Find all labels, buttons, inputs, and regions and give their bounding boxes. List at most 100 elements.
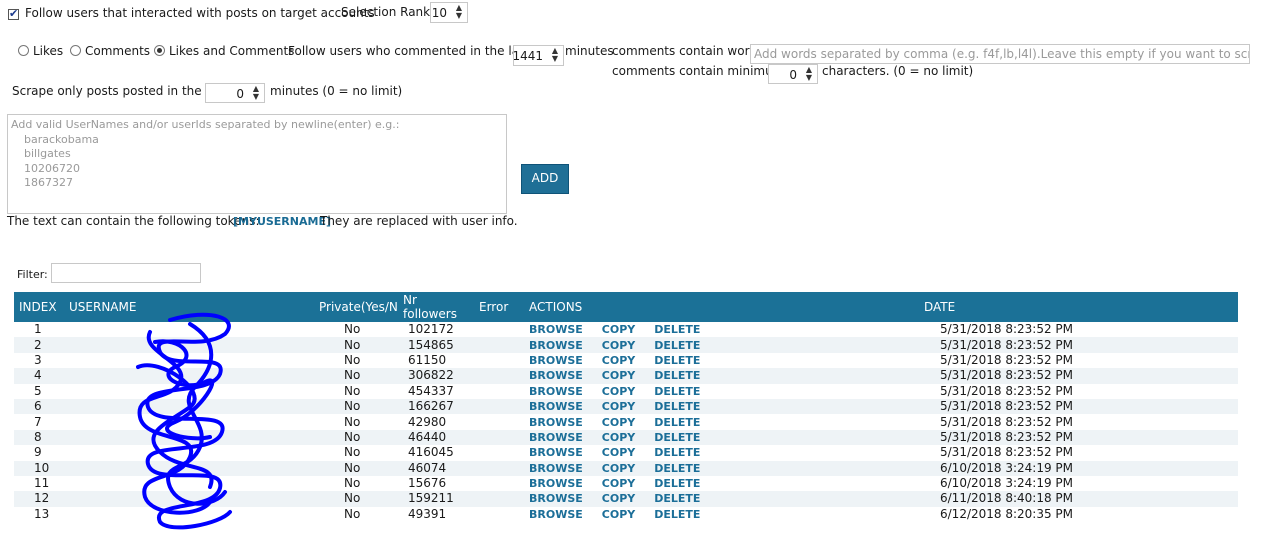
cell-error bbox=[474, 445, 524, 460]
copy-link[interactable]: COPY bbox=[602, 431, 635, 444]
browse-link[interactable]: BROWSE bbox=[529, 492, 583, 505]
usernames-placeholder-line: barackobama bbox=[24, 132, 99, 146]
cell-date: 6/10/2018 3:24:19 PM bbox=[940, 460, 1074, 475]
usernames-textarea[interactable]: Add valid UserNames and/or userIds separ… bbox=[7, 114, 507, 214]
copy-link[interactable]: COPY bbox=[602, 462, 635, 475]
copy-link[interactable]: COPY bbox=[602, 400, 635, 413]
radio-comments[interactable] bbox=[70, 45, 81, 56]
radio-likes-and-comments[interactable] bbox=[154, 45, 165, 56]
delete-link[interactable]: DELETE bbox=[654, 462, 700, 475]
copy-link[interactable]: COPY bbox=[602, 477, 635, 490]
browse-link[interactable]: BROWSE bbox=[529, 477, 583, 490]
cell-private: No bbox=[344, 491, 361, 506]
cell-error bbox=[474, 384, 524, 399]
radio-likes-label: Likes bbox=[33, 44, 64, 58]
selection-rank-label: Selection Rank bbox=[341, 5, 431, 19]
token-myusername[interactable]: [MYUSERNAME] bbox=[233, 215, 331, 228]
browse-link[interactable]: BROWSE bbox=[529, 431, 583, 444]
cell-actions: BROWSE COPY DELETE bbox=[524, 399, 919, 414]
copy-link[interactable]: COPY bbox=[602, 369, 635, 382]
delete-link[interactable]: DELETE bbox=[654, 385, 700, 398]
col-private[interactable]: Private(Yes/N bbox=[314, 292, 398, 322]
cell-date: 5/31/2018 8:23:52 PM bbox=[940, 414, 1074, 429]
cell-private: No bbox=[344, 445, 361, 460]
min-chars-value: 0 bbox=[789, 68, 797, 82]
comments-min-label: comments contain minimum bbox=[612, 64, 785, 78]
cell-private: No bbox=[344, 414, 361, 429]
delete-link[interactable]: DELETE bbox=[654, 323, 700, 336]
copy-link[interactable]: COPY bbox=[602, 416, 635, 429]
tokens-suffix: They are replaced with user info. bbox=[320, 214, 518, 228]
comment-words-input[interactable]: Add words separated by comma (e.g. f4f,l… bbox=[750, 44, 1250, 64]
cell-actions: BROWSE COPY DELETE bbox=[524, 507, 919, 522]
copy-link[interactable]: COPY bbox=[602, 339, 635, 352]
radio-likes-and-comments-label: Likes and Comments bbox=[169, 44, 295, 58]
browse-link[interactable]: BROWSE bbox=[529, 416, 583, 429]
browse-link[interactable]: BROWSE bbox=[529, 462, 583, 475]
filter-input[interactable] bbox=[51, 263, 201, 283]
col-date[interactable]: DATE bbox=[919, 292, 1238, 322]
cell-index: 2 bbox=[34, 337, 42, 352]
col-followers[interactable]: Nr followers bbox=[398, 292, 474, 322]
cell-date: 5/31/2018 8:23:52 PM bbox=[940, 368, 1074, 383]
cell-error bbox=[474, 476, 524, 491]
cell-followers: 61150 bbox=[408, 352, 447, 367]
spinner-arrows-icon[interactable]: ▲ ▼ bbox=[804, 66, 814, 82]
copy-link[interactable]: COPY bbox=[602, 385, 635, 398]
comment-minutes-stepper[interactable]: 1441 ▲ ▼ bbox=[512, 45, 564, 66]
copy-link[interactable]: COPY bbox=[602, 323, 635, 336]
browse-link[interactable]: BROWSE bbox=[529, 339, 583, 352]
browse-link[interactable]: BROWSE bbox=[529, 508, 583, 521]
delete-link[interactable]: DELETE bbox=[654, 354, 700, 367]
cell-index: 4 bbox=[34, 368, 42, 383]
radio-comments-label: Comments bbox=[85, 44, 151, 58]
delete-link[interactable]: DELETE bbox=[654, 492, 700, 505]
commented-in-last-label: Follow users who commented in the last bbox=[288, 44, 531, 58]
cell-index: 5 bbox=[34, 383, 42, 398]
spinner-arrows-icon[interactable]: ▲ ▼ bbox=[251, 85, 261, 101]
col-actions[interactable]: ACTIONS bbox=[524, 292, 919, 322]
browse-link[interactable]: BROWSE bbox=[529, 369, 583, 382]
add-button[interactable]: ADD bbox=[521, 164, 569, 194]
delete-link[interactable]: DELETE bbox=[654, 400, 700, 413]
cell-followers: 15676 bbox=[408, 476, 447, 491]
copy-link[interactable]: COPY bbox=[602, 446, 635, 459]
browse-link[interactable]: BROWSE bbox=[529, 385, 583, 398]
spinner-arrows-icon[interactable]: ▲ ▼ bbox=[550, 47, 560, 63]
delete-link[interactable]: DELETE bbox=[654, 477, 700, 490]
selection-rank-stepper[interactable]: 10 ▲ ▼ bbox=[430, 2, 468, 23]
delete-link[interactable]: DELETE bbox=[654, 446, 700, 459]
cell-actions: BROWSE COPY DELETE bbox=[524, 430, 919, 445]
scrape-minutes-stepper[interactable]: 0 ▲ ▼ bbox=[205, 83, 265, 103]
scrape-minutes-value: 0 bbox=[236, 87, 244, 101]
radio-likes[interactable] bbox=[18, 45, 29, 56]
cell-followers: 306822 bbox=[408, 368, 454, 383]
spinner-arrows-icon[interactable]: ▲ ▼ bbox=[454, 4, 464, 20]
delete-link[interactable]: DELETE bbox=[654, 369, 700, 382]
cell-index: 12 bbox=[34, 491, 50, 506]
delete-link[interactable]: DELETE bbox=[654, 339, 700, 352]
browse-link[interactable]: BROWSE bbox=[529, 446, 583, 459]
cell-date: 5/31/2018 8:23:52 PM bbox=[940, 383, 1074, 398]
delete-link[interactable]: DELETE bbox=[654, 431, 700, 444]
copy-link[interactable]: COPY bbox=[602, 492, 635, 505]
cell-followers: 416045 bbox=[408, 445, 454, 460]
cell-private: No bbox=[344, 322, 361, 337]
cell-index: 7 bbox=[34, 414, 42, 429]
delete-link[interactable]: DELETE bbox=[654, 416, 700, 429]
follow-interacted-checkbox[interactable]: ✔ bbox=[8, 7, 19, 20]
cell-actions: BROWSE COPY DELETE bbox=[524, 368, 919, 383]
browse-link[interactable]: BROWSE bbox=[529, 323, 583, 336]
min-chars-stepper[interactable]: 0 ▲ ▼ bbox=[768, 64, 818, 84]
browse-link[interactable]: BROWSE bbox=[529, 400, 583, 413]
cell-index: 13 bbox=[34, 506, 50, 521]
col-index[interactable]: INDEX bbox=[14, 292, 64, 322]
delete-link[interactable]: DELETE bbox=[654, 508, 700, 521]
cell-followers: 46440 bbox=[408, 429, 447, 444]
browse-link[interactable]: BROWSE bbox=[529, 354, 583, 367]
cell-actions: BROWSE COPY DELETE bbox=[524, 491, 919, 506]
cell-followers: 454337 bbox=[408, 383, 454, 398]
copy-link[interactable]: COPY bbox=[602, 508, 635, 521]
copy-link[interactable]: COPY bbox=[602, 354, 635, 367]
col-error[interactable]: Error bbox=[474, 292, 524, 322]
